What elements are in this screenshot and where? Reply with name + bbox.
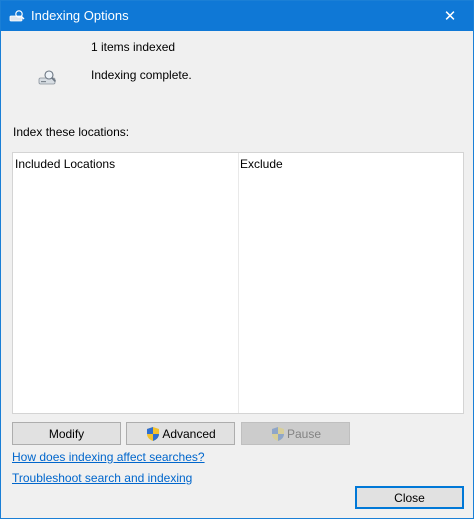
items-indexed-count: 1 items indexed [91, 40, 176, 54]
locations-list[interactable]: Included Locations Exclude [12, 152, 464, 414]
pause-button[interactable]: Pause [241, 422, 350, 445]
drive-search-icon [38, 70, 57, 85]
advanced-button-label: Advanced [162, 426, 216, 441]
uac-shield-icon [271, 426, 284, 441]
pause-button-label: Pause [286, 426, 322, 441]
indexing-status-message: Indexing complete. [91, 68, 192, 82]
advanced-button[interactable]: Advanced [126, 422, 235, 445]
close-button[interactable]: Close [355, 486, 464, 509]
close-button-label: Close [394, 490, 425, 505]
column-header-exclude[interactable]: Exclude [240, 157, 283, 171]
title-bar[interactable]: Indexing Options ✕ [1, 1, 473, 31]
window-title: Indexing Options [31, 8, 129, 23]
close-icon: ✕ [443, 8, 457, 25]
troubleshoot-link[interactable]: Troubleshoot search and indexing [12, 471, 192, 485]
modify-button[interactable]: Modify [12, 422, 121, 445]
index-locations-label: Index these locations: [13, 125, 130, 139]
modify-button-label: Modify [48, 426, 85, 441]
how-indexing-affects-searches-link[interactable]: How does indexing affect searches? [12, 450, 205, 464]
column-divider [238, 153, 239, 413]
title-close-button[interactable]: ✕ [427, 1, 473, 31]
indexing-options-window: Indexing Options ✕ 1 items indexed Index… [0, 0, 474, 519]
uac-shield-icon [147, 426, 160, 441]
indexing-options-icon [9, 10, 25, 22]
column-header-included-locations[interactable]: Included Locations [15, 157, 115, 171]
